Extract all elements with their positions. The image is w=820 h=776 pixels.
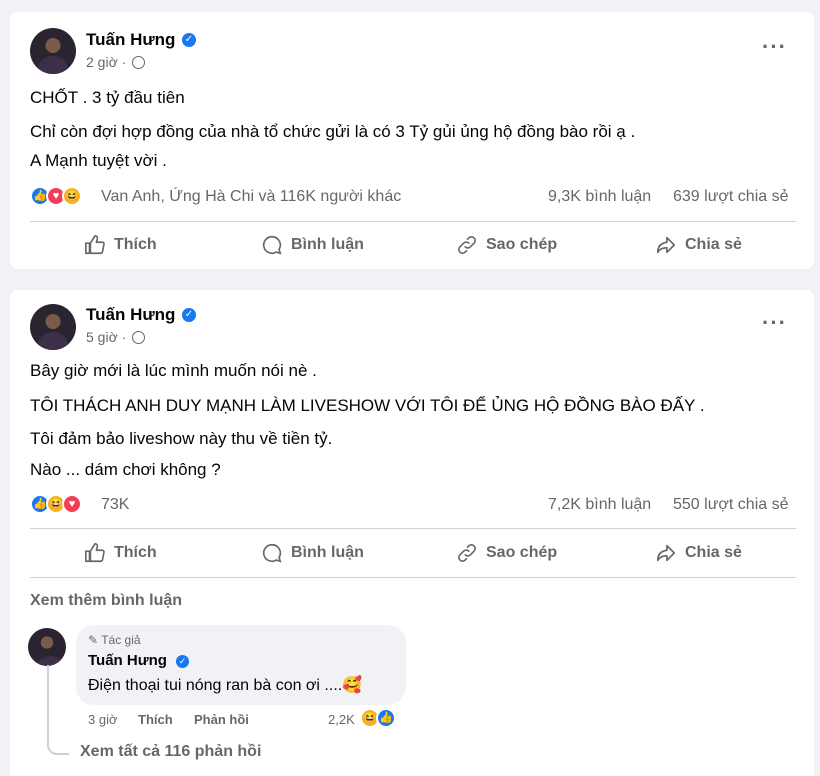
more-options-button[interactable]: ··· <box>762 36 787 58</box>
share-label: Chia sẻ <box>685 544 742 561</box>
reactions-text[interactable]: 73K <box>101 496 129 514</box>
comment-label: Bình luận <box>291 236 364 253</box>
author-name[interactable]: Tuấn Hưng <box>86 30 175 50</box>
link-icon <box>458 544 476 562</box>
post-text-line: CHỐT . 3 tỷ đầu tiên <box>30 88 185 107</box>
pencil-icon: ✎ <box>88 633 99 647</box>
comment-author-name[interactable]: Tuấn Hưng <box>88 652 167 669</box>
reply-thread-line <box>47 665 69 755</box>
comment-text: Điện thoại tui nóng ran bà con ơi ....🥰 <box>88 677 363 694</box>
post-card: Tuấn Hưng ✓ 2 giờ · ··· CHỐT . 3 tỷ đầu … <box>10 12 814 269</box>
post-text-line: TÔI THÁCH ANH DUY MẠNH LÀM LIVESHOW VỚI … <box>30 396 705 415</box>
post-text-line: A Mạnh tuyệt vời . <box>30 151 167 170</box>
divider <box>30 577 796 578</box>
haha-icon: 😆 <box>62 186 82 206</box>
like-label: Thích <box>114 544 157 561</box>
comment-reactions[interactable]: 😆 👍 <box>360 708 400 730</box>
comment-button[interactable]: Bình luận <box>261 227 364 263</box>
thumbs-up-icon <box>85 543 105 563</box>
verified-badge-icon: ✓ <box>176 655 189 668</box>
globe-icon <box>132 331 145 344</box>
share-icon <box>656 544 676 562</box>
copy-button[interactable]: Sao chép <box>456 535 557 571</box>
author-tag: ✎ Tác giả <box>88 633 141 647</box>
divider <box>30 528 796 529</box>
link-icon <box>458 236 476 254</box>
copy-label: Sao chép <box>486 544 558 561</box>
verified-badge-icon: ✓ <box>182 33 196 47</box>
share-count[interactable]: 639 lượt chia sẻ <box>673 188 788 206</box>
post-text-line: Tôi đảm bảo liveshow này thu về tiền tỷ. <box>30 429 333 448</box>
comment-icon <box>262 543 282 563</box>
globe-icon <box>132 56 145 69</box>
comment-reaction-count[interactable]: 2,2K <box>328 712 355 727</box>
comment-reply-button[interactable]: Phản hồi <box>194 712 249 727</box>
comment-count[interactable]: 7,2K bình luận <box>548 496 651 514</box>
like-icon: 👍 <box>376 708 396 728</box>
post-card: Tuấn Hưng ✓ 5 giờ · ··· Bây giờ mới là l… <box>10 290 814 776</box>
comment-time[interactable]: 3 giờ <box>88 712 118 727</box>
author-name[interactable]: Tuấn Hưng <box>86 305 175 325</box>
comment-bubble: ✎ Tác giả Tuấn Hưng ✓ Điện thoại tui nón… <box>76 625 406 705</box>
verified-badge-icon: ✓ <box>182 308 196 322</box>
post-text-line: Chỉ còn đợi hợp đồng của nhà tổ chức gửi… <box>30 122 636 141</box>
thumbs-up-icon <box>85 235 105 255</box>
share-icon <box>656 236 676 254</box>
comment-button[interactable]: Bình luận <box>261 535 364 571</box>
love-icon: ♥ <box>62 494 82 514</box>
share-button[interactable]: Chia sẻ <box>655 535 742 571</box>
comment-author-avatar[interactable] <box>28 628 66 666</box>
reactions-text[interactable]: Van Anh, Ứng Hà Chi và 116K người khác <box>101 188 401 206</box>
comment-label: Bình luận <box>291 544 364 561</box>
share-button[interactable]: Chia sẻ <box>655 227 742 263</box>
see-more-comments-link[interactable]: Xem thêm bình luận <box>30 592 182 610</box>
comment-like-button[interactable]: Thích <box>138 712 173 727</box>
divider <box>30 221 796 222</box>
more-options-button[interactable]: ··· <box>762 312 787 334</box>
like-button[interactable]: Thích <box>84 535 157 571</box>
copy-label: Sao chép <box>486 236 558 253</box>
view-all-replies-link[interactable]: Xem tất cả 116 phản hồi <box>80 743 261 761</box>
share-count[interactable]: 550 lượt chia sẻ <box>673 496 788 514</box>
copy-button[interactable]: Sao chép <box>456 227 557 263</box>
author-avatar[interactable] <box>30 28 76 74</box>
like-button[interactable]: Thích <box>84 227 157 263</box>
reactions-summary[interactable]: 👍 😆 ♥ <box>30 494 100 516</box>
author-tag-label: Tác giả <box>101 633 141 647</box>
like-label: Thích <box>114 236 157 253</box>
post-text-line: Bây giờ mới là lúc mình muốn nói nè . <box>30 361 317 380</box>
reactions-summary[interactable]: 👍 ♥ 😆 <box>30 186 100 208</box>
post-time[interactable]: 2 giờ · <box>86 54 126 70</box>
share-label: Chia sẻ <box>685 236 742 253</box>
author-avatar[interactable] <box>30 304 76 350</box>
post-text-line: Nào ... dám chơi không ? <box>30 460 221 479</box>
comment-count[interactable]: 9,3K bình luận <box>548 188 651 206</box>
comment-icon <box>262 235 282 255</box>
post-time[interactable]: 5 giờ · <box>86 329 126 345</box>
